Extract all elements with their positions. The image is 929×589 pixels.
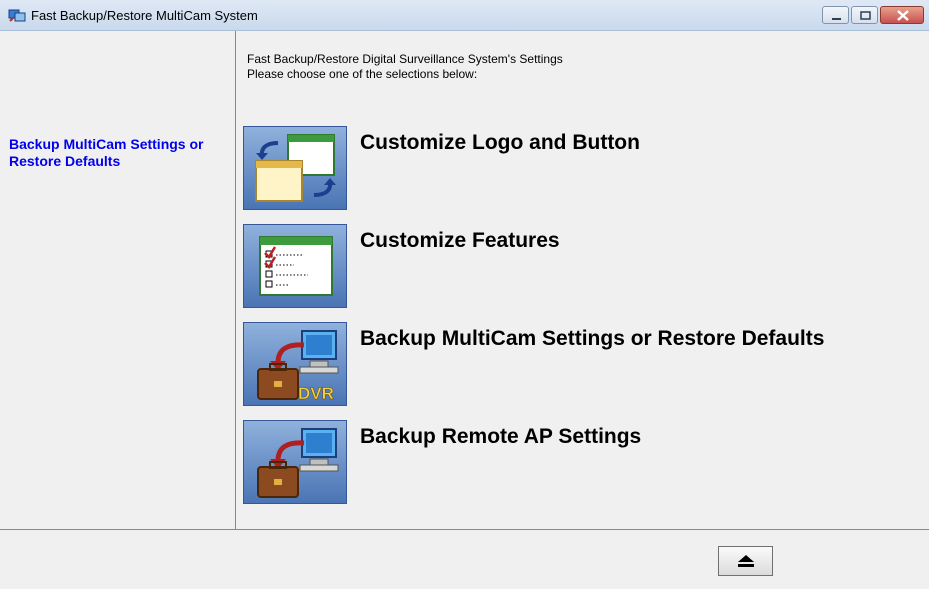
checklist-icon [259, 236, 333, 296]
eject-button[interactable] [718, 546, 773, 576]
page-subtitle: Please choose one of the selections belo… [247, 67, 478, 81]
briefcase-dvr-icon: DVR [257, 330, 339, 403]
title-bar: Fast Backup/Restore MultiCam System [0, 0, 929, 31]
option-label[interactable]: Customize Logo and Button [360, 130, 880, 156]
option-label[interactable]: Backup Remote AP Settings [360, 424, 880, 450]
briefcase-computer-icon [257, 428, 339, 498]
minimize-button[interactable] [822, 6, 849, 24]
option-label[interactable]: Backup MultiCam Settings or Restore Defa… [360, 326, 880, 352]
eject-icon [738, 555, 754, 567]
minimize-icon [832, 18, 841, 20]
sidebar-item-backup-multicam[interactable]: Backup MultiCam Settings or Restore Defa… [9, 136, 209, 170]
dvr-icon-text: DVR [298, 384, 334, 403]
customize-logo-button[interactable] [243, 126, 347, 210]
maximize-icon [860, 11, 871, 20]
windows-swap-icon [255, 134, 336, 202]
customize-features-button[interactable] [243, 224, 347, 308]
close-button[interactable] [880, 6, 924, 24]
maximize-button[interactable] [851, 6, 878, 24]
sidebar: Backup MultiCam Settings or Restore Defa… [0, 31, 236, 529]
page-title: Fast Backup/Restore Digital Surveillance… [247, 52, 563, 66]
close-icon [897, 10, 909, 21]
app-window: Fast Backup/Restore MultiCam System Back… [0, 0, 929, 588]
option-label[interactable]: Customize Features [360, 228, 880, 254]
footer-bar [0, 529, 929, 589]
app-icon [8, 7, 26, 23]
backup-remote-ap-button[interactable] [243, 420, 347, 504]
window-title: Fast Backup/Restore MultiCam System [31, 8, 258, 23]
backup-multicam-button[interactable]: DVR [243, 322, 347, 406]
